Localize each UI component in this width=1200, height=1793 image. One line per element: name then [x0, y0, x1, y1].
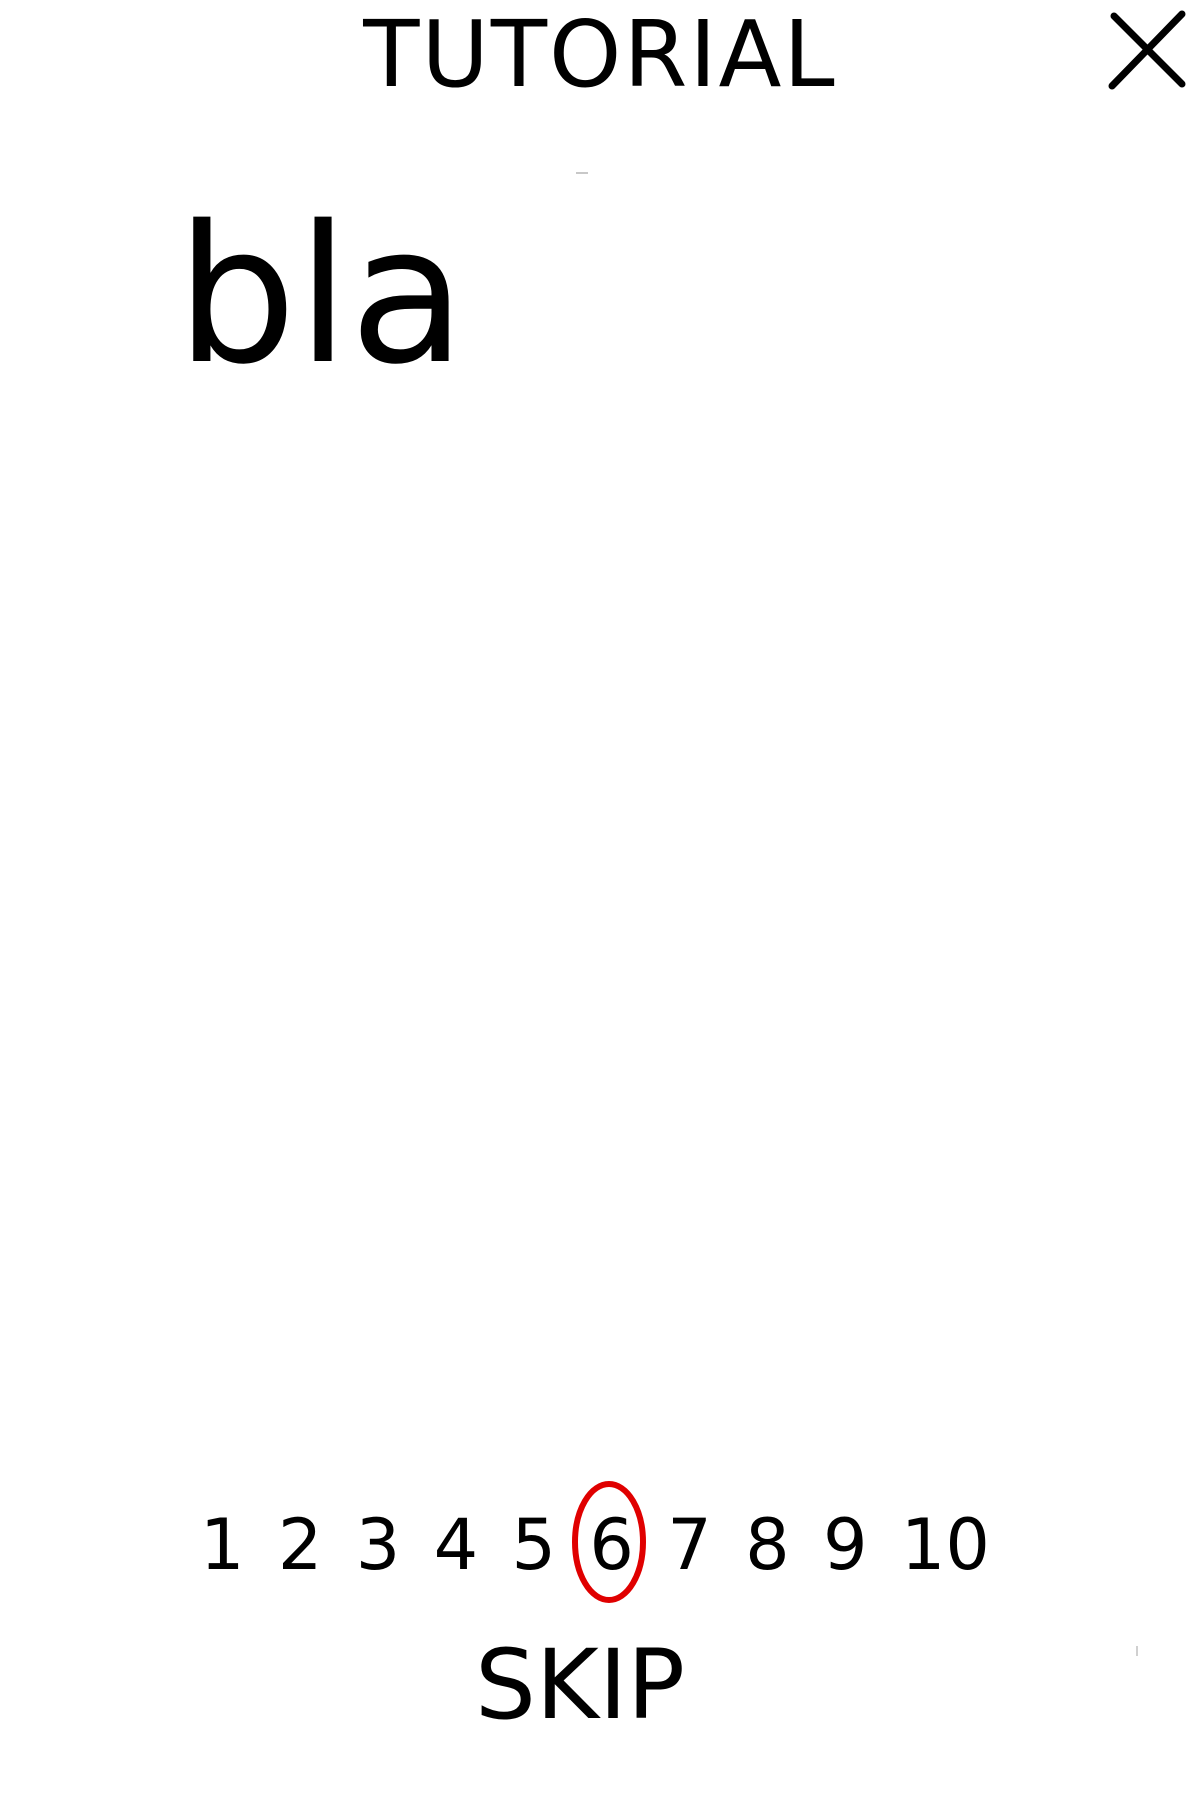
page-indicator-1[interactable]: 1: [200, 1500, 245, 1590]
page-indicator-7[interactable]: 7: [667, 1500, 712, 1590]
close-icon: [1108, 10, 1186, 90]
page-indicator-4[interactable]: 4: [434, 1500, 479, 1590]
page-indicator-2[interactable]: 2: [278, 1500, 323, 1590]
page-indicator-9[interactable]: 9: [823, 1500, 868, 1590]
page-number: 5: [511, 1504, 557, 1586]
divider-mark: [576, 172, 588, 174]
close-button[interactable]: [1106, 8, 1190, 92]
skip-button[interactable]: SKIP: [430, 1620, 730, 1750]
page-number: 8: [745, 1504, 790, 1586]
page-number: 4: [433, 1504, 479, 1586]
page-indicator-3[interactable]: 3: [356, 1500, 401, 1590]
page-indicator-5[interactable]: 5: [512, 1500, 557, 1590]
tutorial-pager: 1 2 3 4 5 6 7 8 9 10: [200, 1481, 990, 1603]
page-number: 7: [667, 1504, 712, 1586]
page-indicator-8[interactable]: 8: [745, 1500, 790, 1590]
page-number: 3: [355, 1504, 401, 1586]
page-number: 2: [277, 1504, 323, 1586]
edge-mark: [1136, 1646, 1138, 1656]
page-number: 10: [900, 1504, 990, 1586]
page-indicator-6-current[interactable]: 6: [572, 1481, 647, 1603]
page-title: TUTORIAL: [363, 1, 837, 108]
page-number: 6: [589, 1504, 634, 1586]
page-number: 9: [823, 1504, 868, 1586]
page-number: 1: [200, 1504, 245, 1586]
tutorial-body-text: bla: [176, 185, 466, 406]
page-indicator-10[interactable]: 10: [901, 1500, 990, 1590]
